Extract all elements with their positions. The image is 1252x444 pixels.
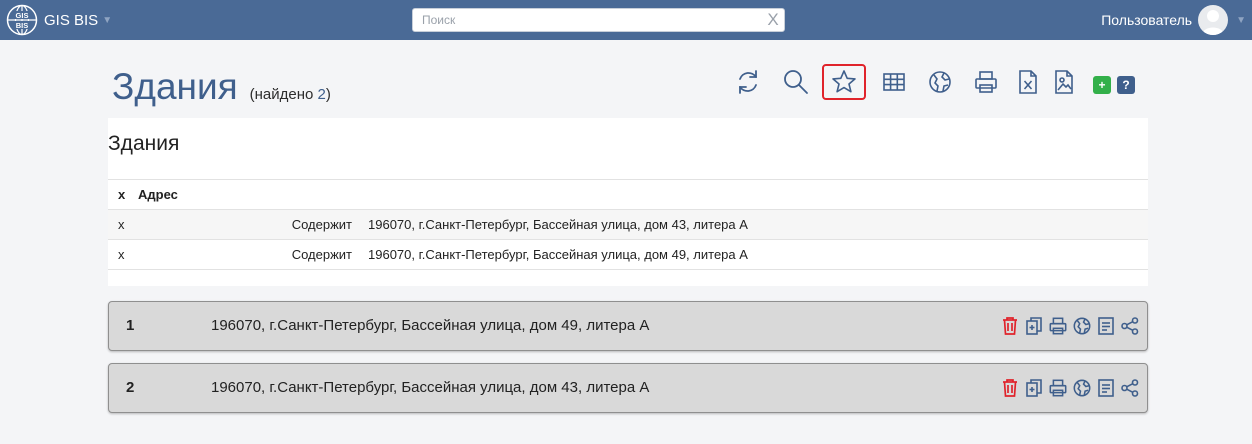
- summary-panel: Здания x Адрес x Содержит 196070, г.Санк…: [108, 118, 1148, 286]
- table-header-row: x Адрес: [108, 179, 1148, 210]
- card-actions: [998, 377, 1142, 399]
- search-input[interactable]: [413, 10, 762, 30]
- column-header-x[interactable]: x: [108, 179, 138, 210]
- user-menu[interactable]: Пользователь ▼: [1101, 0, 1246, 40]
- globe-logo-icon: GIS BIS: [6, 4, 38, 36]
- caret-down-icon: ▼: [102, 14, 113, 26]
- row-type-cell: Содержит: [138, 239, 368, 270]
- top-navbar: GIS BIS GIS BIS ▼ X Пользователь ▼: [0, 0, 1252, 40]
- image-export-button[interactable]: [1047, 62, 1081, 102]
- print-icon: [1049, 317, 1067, 335]
- search-icon: [784, 70, 808, 94]
- share-icon: [1121, 317, 1139, 335]
- print-button[interactable]: [1046, 315, 1070, 337]
- card-number: 1: [126, 317, 135, 334]
- globe-icon: [1073, 317, 1091, 335]
- share-icon: [1121, 379, 1139, 397]
- print-button[interactable]: [969, 62, 1003, 102]
- print-icon: [1049, 379, 1067, 397]
- document-icon: [1098, 317, 1114, 335]
- excel-export-button[interactable]: [1011, 62, 1045, 102]
- search-box: X: [412, 8, 785, 32]
- user-avatar-icon: [1202, 10, 1225, 35]
- map-button[interactable]: [1070, 377, 1094, 399]
- card-address[interactable]: 196070, г.Санкт-Петербург, Бассейная ули…: [211, 379, 649, 396]
- svg-text:BIS: BIS: [16, 21, 29, 30]
- card-number: 2: [126, 379, 135, 396]
- map-button[interactable]: [923, 62, 957, 102]
- print-icon: [975, 71, 997, 93]
- trash-icon: [1003, 317, 1017, 335]
- row-address-cell: 196070, г.Санкт-Петербург, Бассейная ули…: [368, 209, 1148, 240]
- avatar: [1198, 5, 1229, 35]
- brand-name: GIS BIS: [44, 11, 99, 29]
- svg-text:GIS: GIS: [16, 11, 29, 20]
- document-icon: [1098, 379, 1114, 397]
- copy-button[interactable]: [1022, 377, 1046, 399]
- building-card[interactable]: 2 196070, г.Санкт-Петербург, Бассейная у…: [108, 363, 1148, 413]
- search-button[interactable]: [779, 62, 813, 102]
- details-button[interactable]: [1094, 315, 1118, 337]
- panel-title: Здания: [108, 132, 180, 155]
- card-actions: [998, 315, 1142, 337]
- page-toolbar: + ?: [0, 62, 1252, 102]
- summary-table: x Адрес x Содержит 196070, г.Санкт-Петер…: [108, 179, 1148, 270]
- share-button[interactable]: [1118, 377, 1142, 399]
- caret-down-icon: ▼: [1236, 14, 1246, 26]
- trash-icon: [1003, 379, 1017, 397]
- favorite-button[interactable]: [822, 64, 866, 100]
- image-icon: [1055, 70, 1073, 94]
- copy-icon: [1026, 317, 1042, 335]
- share-button[interactable]: [1118, 315, 1142, 337]
- copy-icon: [1026, 379, 1042, 397]
- map-button[interactable]: [1070, 315, 1094, 337]
- print-button[interactable]: [1046, 377, 1070, 399]
- table-icon: [883, 73, 905, 91]
- table-row[interactable]: x Содержит 196070, г.Санкт-Петербург, Ба…: [108, 239, 1148, 270]
- row-x-cell[interactable]: x: [108, 239, 138, 270]
- delete-button[interactable]: [998, 315, 1022, 337]
- copy-button[interactable]: [1022, 315, 1046, 337]
- card-address[interactable]: 196070, г.Санкт-Петербург, Бассейная ули…: [211, 317, 649, 334]
- delete-button[interactable]: [998, 377, 1022, 399]
- row-type-cell: Содержит: [138, 209, 368, 240]
- table-row[interactable]: x Содержит 196070, г.Санкт-Петербург, Ба…: [108, 209, 1148, 240]
- refresh-button[interactable]: [731, 62, 765, 102]
- row-address-cell: 196070, г.Санкт-Петербург, Бассейная ули…: [368, 239, 1148, 270]
- row-x-cell[interactable]: x: [108, 209, 138, 240]
- globe-icon: [1073, 379, 1091, 397]
- help-button[interactable]: ?: [1117, 76, 1135, 94]
- add-button[interactable]: +: [1093, 76, 1111, 94]
- column-header-address[interactable]: Адрес: [138, 179, 1148, 210]
- details-button[interactable]: [1094, 377, 1118, 399]
- search-clear-button[interactable]: X: [762, 9, 784, 31]
- brand-menu[interactable]: GIS BIS GIS BIS ▼: [6, 0, 112, 40]
- refresh-icon: [739, 70, 757, 94]
- building-card[interactable]: 1 196070, г.Санкт-Петербург, Бассейная у…: [108, 301, 1148, 351]
- star-icon: [832, 70, 856, 93]
- excel-icon: [1019, 70, 1037, 94]
- table-view-button[interactable]: [877, 62, 911, 102]
- globe-icon: [929, 71, 951, 93]
- user-name: Пользователь: [1101, 12, 1193, 28]
